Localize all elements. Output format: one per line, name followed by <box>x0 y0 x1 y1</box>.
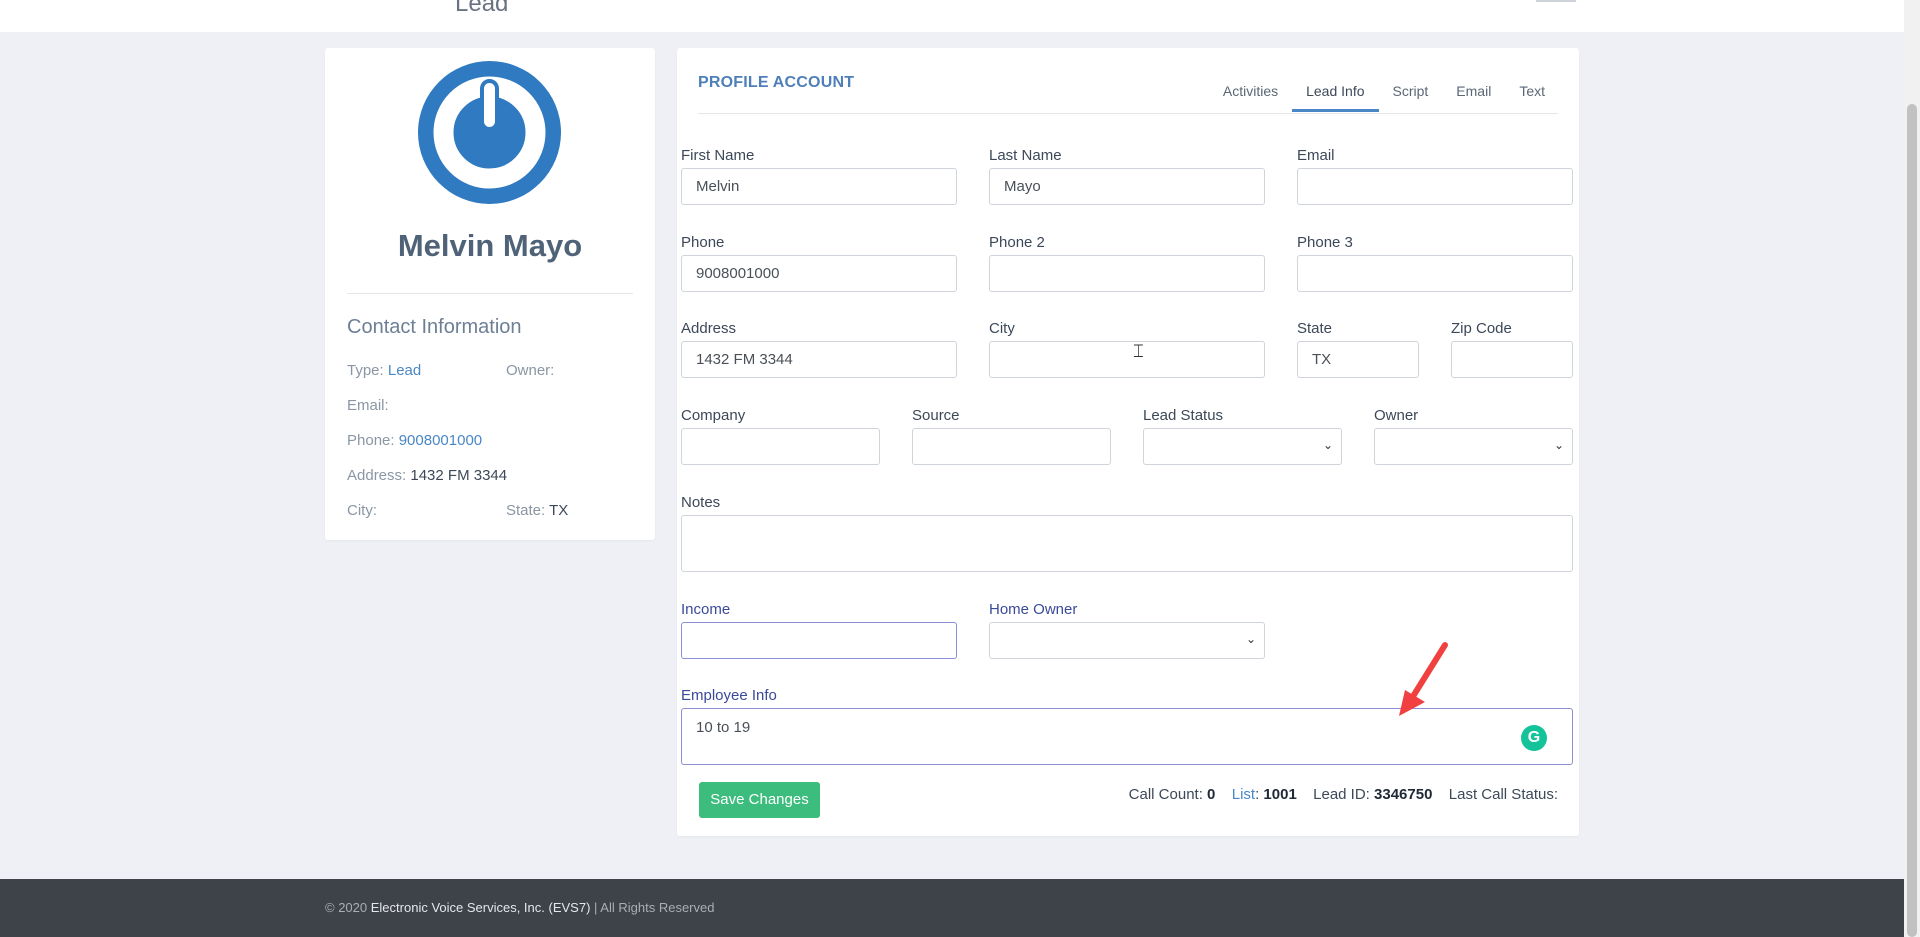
tab-lead-info[interactable]: Lead Info <box>1292 72 1379 112</box>
tab-bar: Activities Lead Info Script Email Text <box>1209 72 1559 112</box>
last-name-input[interactable] <box>989 168 1265 205</box>
email-label: Email: <box>347 397 389 414</box>
last-call-status-label: Last Call Status: <box>1448 786 1558 803</box>
address-field-label: Address <box>681 320 737 337</box>
company-input[interactable] <box>681 428 880 465</box>
state-label: State: <box>506 502 546 519</box>
owner-select[interactable]: ⌄ <box>1374 428 1573 465</box>
state-field-label: State <box>1297 320 1333 337</box>
page-title: Lead <box>455 0 509 17</box>
list-value: 1001 <box>1263 786 1297 803</box>
grammarly-icon[interactable]: G <box>1521 725 1547 751</box>
phone2-input[interactable] <box>989 255 1265 292</box>
save-changes-button[interactable]: Save Changes <box>699 782 820 818</box>
top-bar: Lead <box>0 0 1904 32</box>
contact-type: Type: Lead <box>347 362 421 379</box>
city-field-label: City <box>989 320 1015 337</box>
contact-address: Address: 1432 FM 3344 <box>347 467 507 484</box>
red-arrow-icon <box>1399 642 1448 716</box>
type-value[interactable]: Lead <box>388 362 421 379</box>
home-owner-select[interactable]: ⌄ <box>989 622 1265 659</box>
notes-textarea[interactable] <box>681 515 1573 572</box>
chevron-down-icon: ⌄ <box>1322 438 1333 452</box>
company-label: Company <box>681 407 746 424</box>
phone-label: Phone: <box>347 432 395 449</box>
contact-info-heading: Contact Information <box>347 316 522 338</box>
chevron-down-icon: ⌄ <box>1245 632 1256 646</box>
contact-phone: Phone: 9008001000 <box>347 432 482 449</box>
city-label: City: <box>347 502 377 519</box>
power-logo-icon <box>433 76 546 189</box>
copyright-prefix: © 2020 <box>325 900 368 915</box>
zip-label: Zip Code <box>1451 320 1512 337</box>
city-input[interactable] <box>989 341 1265 378</box>
email-field-label: Email <box>1297 147 1335 164</box>
topbar-corner <box>1536 0 1576 2</box>
chevron-down-icon: ⌄ <box>1553 438 1564 452</box>
phone3-label: Phone 3 <box>1297 234 1353 251</box>
employee-info-label: Employee Info <box>681 687 777 704</box>
state-input[interactable] <box>1297 341 1419 378</box>
home-owner-label: Home Owner <box>989 601 1078 618</box>
state-value: TX <box>549 502 569 519</box>
lead-id-value: 3346750 <box>1374 786 1433 803</box>
source-label: Source <box>912 407 960 424</box>
text-cursor-icon: ⌶ <box>1133 341 1144 361</box>
tab-script[interactable]: Script <box>1379 72 1443 112</box>
call-count-value: 0 <box>1207 786 1216 803</box>
profile-name: Melvin Mayo <box>397 228 583 263</box>
income-label: Income <box>681 601 731 618</box>
phone-input[interactable] <box>681 255 957 292</box>
first-name-label: First Name <box>681 147 755 164</box>
profile-account-heading: PROFILE ACCOUNT <box>698 74 855 91</box>
contact-owner: Owner: <box>506 362 554 379</box>
footer-suffix: | All Rights Reserved <box>594 900 715 915</box>
lead-status-label: Lead Status <box>1143 407 1224 424</box>
contact-city: City: <box>347 502 377 519</box>
page-scrollbar[interactable] <box>1904 0 1920 937</box>
income-input[interactable] <box>681 622 957 659</box>
scrollbar-thumb[interactable] <box>1907 104 1917 937</box>
lead-meta: Call Count: 0 List: 1001 Lead ID: 334675… <box>1128 786 1558 803</box>
footer: © 2020 Electronic Voice Services, Inc. (… <box>0 879 1904 937</box>
call-count-label: Call Count: <box>1128 786 1203 803</box>
source-input[interactable] <box>912 428 1111 465</box>
tab-email[interactable]: Email <box>1442 72 1505 112</box>
tab-text[interactable]: Text <box>1505 72 1559 112</box>
tab-underline <box>698 113 1558 114</box>
phone3-input[interactable] <box>1297 255 1573 292</box>
notes-label: Notes <box>681 494 721 511</box>
tab-activities[interactable]: Activities <box>1209 72 1292 112</box>
address-input[interactable] <box>681 341 957 378</box>
contact-state: State: TX <box>506 502 568 519</box>
divider <box>347 293 633 294</box>
phone2-label: Phone 2 <box>989 234 1045 251</box>
first-name-input[interactable] <box>681 168 957 205</box>
contact-email: Email: <box>347 397 389 414</box>
zip-input[interactable] <box>1451 341 1573 378</box>
email-field[interactable] <box>1297 168 1573 205</box>
footer-text: © 2020 Electronic Voice Services, Inc. (… <box>325 900 714 915</box>
address-label: Address: <box>347 467 407 484</box>
list-link[interactable]: List <box>1232 786 1255 803</box>
owner-field-label: Owner <box>1374 407 1419 424</box>
address-value: 1432 FM 3344 <box>410 467 508 484</box>
phone-value[interactable]: 9008001000 <box>399 432 482 449</box>
lead-status-select[interactable]: ⌄ <box>1143 428 1342 465</box>
footer-company: Electronic Voice Services, Inc. (EVS7) <box>370 900 591 915</box>
profile-card: Melvin Mayo Contact Information Type: Le… <box>325 48 655 540</box>
phone-field-label: Phone <box>681 234 725 251</box>
last-name-label: Last Name <box>989 147 1062 164</box>
owner-label: Owner: <box>506 362 555 379</box>
lead-id-label: Lead ID: <box>1313 786 1370 803</box>
type-label: Type: <box>347 362 384 379</box>
avatar <box>418 61 561 204</box>
